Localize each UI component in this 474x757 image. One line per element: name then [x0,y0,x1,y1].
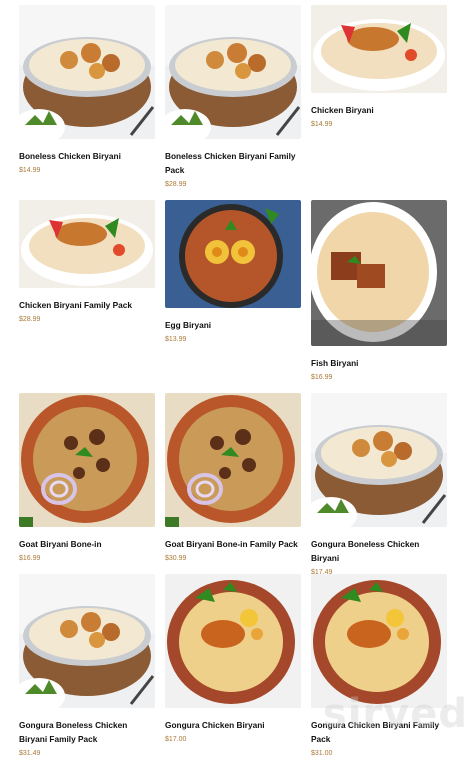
dish-price: $14.99 [311,121,333,128]
dish-image[interactable] [19,5,155,139]
dish-image[interactable] [165,574,301,708]
dish-price: $17.00 [165,736,187,743]
menu-item-card[interactable]: Goat Biryani Bone-in Family Pack $30.99 [165,393,301,564]
dish-name[interactable]: Fish Biryani [311,356,447,370]
dish-name[interactable]: Chicken Biryani [311,103,447,117]
dish-name[interactable]: Boneless Chicken Biryani [19,149,155,163]
dish-name[interactable]: Goat Biryani Bone-in Family Pack [165,537,301,551]
menu-item-card[interactable]: Boneless Chicken Biryani Family Pack $28… [165,5,301,190]
menu-item-card[interactable]: Fish Biryani $16.99 [311,200,447,383]
menu-item-card[interactable]: Gongura Boneless Chicken Biryani Family … [19,574,155,757]
dish-price: $16.99 [19,555,41,562]
dish-name[interactable]: Gongura Chicken Biryani [165,718,301,732]
menu-item-card[interactable]: Gongura Boneless Chicken Biryani $17.49 [311,393,447,578]
menu-grid: Boneless Chicken Biryani $14.99 Boneless… [0,0,474,757]
dish-price: $28.99 [165,181,187,188]
dish-price: $13.99 [165,336,187,343]
menu-item-card[interactable]: Goat Biryani Bone-in $16.99 [19,393,155,564]
dish-price: $30.99 [165,555,187,562]
dish-name[interactable]: Gongura Chicken Biryani Family Pack [311,718,447,746]
menu-item-card[interactable]: Boneless Chicken Biryani $14.99 [19,5,155,176]
dish-price: $16.99 [311,374,333,381]
dish-price: $14.99 [19,167,41,174]
dish-name[interactable]: Egg Biryani [165,318,301,332]
dish-image[interactable] [165,200,301,308]
dish-image[interactable] [311,393,447,527]
dish-image[interactable] [19,574,155,708]
dish-image[interactable] [19,200,155,288]
dish-image[interactable] [311,200,447,346]
dish-image[interactable] [165,5,301,139]
menu-item-card[interactable]: Gongura Chicken Biryani Family Pack $31.… [311,574,447,757]
dish-image[interactable] [165,393,301,527]
dish-name[interactable]: Chicken Biryani Family Pack [19,298,155,312]
dish-name[interactable]: Gongura Boneless Chicken Biryani [311,537,447,565]
menu-item-card[interactable]: Egg Biryani $13.99 [165,200,301,345]
menu-item-card[interactable]: Chicken Biryani Family Pack $28.99 [19,200,155,325]
menu-item-card[interactable]: Gongura Chicken Biryani $17.00 [165,574,301,745]
dish-name[interactable]: Gongura Boneless Chicken Biryani Family … [19,718,155,746]
dish-image[interactable] [19,393,155,527]
dish-price: $31.49 [19,750,41,757]
dish-image[interactable] [311,574,447,708]
dish-name[interactable]: Boneless Chicken Biryani Family Pack [165,149,301,177]
menu-item-card[interactable]: Chicken Biryani $14.99 [311,5,447,130]
dish-price: $28.99 [19,316,41,323]
dish-name[interactable]: Goat Biryani Bone-in [19,537,155,551]
dish-price: $31.00 [311,750,333,757]
dish-image[interactable] [311,5,447,93]
